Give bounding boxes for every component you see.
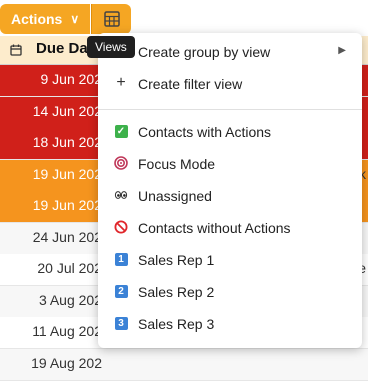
due-date-cell: 19 Jun 202: [32, 165, 102, 182]
due-date-cell: 14 Jun 202: [32, 102, 102, 119]
view-item[interactable]: Focus Mode: [98, 149, 362, 179]
due-date-cell: 24 Jun 202: [32, 228, 102, 245]
icon-glyph: ✓: [114, 124, 128, 138]
check-box-icon: ✓: [114, 124, 128, 138]
create-filter-label: Create filter view: [138, 76, 243, 92]
actions-button[interactable]: Actions ∨: [0, 4, 90, 34]
grid-icon: [104, 11, 120, 27]
due-date-cell: 20 Jul 202: [37, 260, 102, 276]
view-item-label: Unassigned: [138, 188, 212, 204]
view-item-label: Sales Rep 2: [138, 284, 215, 300]
number-two-icon: 2: [114, 284, 128, 298]
view-item-label: Contacts with Actions: [138, 124, 272, 140]
prohibited-icon: [114, 220, 128, 234]
views-button[interactable]: [91, 4, 131, 34]
due-date-cell: 19 Aug 202: [31, 354, 102, 371]
target-icon: [114, 156, 128, 170]
table-row[interactable]: 19 Aug 202: [0, 348, 368, 381]
eyes-icon: [114, 188, 128, 202]
toolbar: Actions ∨: [0, 0, 368, 34]
due-date-cell: 3 Aug 202: [38, 291, 102, 308]
view-item[interactable]: ✓ Contacts with Actions: [98, 117, 362, 147]
view-item[interactable]: 2 Sales Rep 2: [98, 277, 362, 307]
create-group-by-view-item[interactable]: Create group by view ▶: [98, 37, 362, 67]
icon-glyph: 3: [114, 316, 128, 330]
calendar-icon: [10, 44, 22, 59]
view-item[interactable]: Unassigned: [98, 181, 362, 211]
column-header-label: Due Da: [36, 40, 88, 57]
actions-label: Actions: [11, 11, 63, 27]
view-item[interactable]: 1 Sales Rep 1: [98, 245, 362, 275]
chevron-down-icon: ∨: [70, 12, 80, 26]
view-item-label: Focus Mode: [138, 156, 216, 172]
icon-glyph: 1: [114, 252, 128, 266]
create-filter-view-item[interactable]: + Create filter view: [98, 69, 362, 99]
number-three-icon: 3: [114, 316, 128, 330]
views-tooltip: Views: [87, 36, 135, 58]
icon-glyph: 2: [114, 284, 128, 298]
view-item-label: Sales Rep 3: [138, 316, 215, 332]
due-date-cell: 19 Jun 202: [32, 197, 102, 213]
views-menu: Create group by view ▶ + Create filter v…: [98, 33, 362, 348]
due-date-cell: 11 Aug 202: [32, 323, 102, 339]
view-item[interactable]: 3 Sales Rep 3: [98, 309, 362, 339]
number-one-icon: 1: [114, 252, 128, 266]
submenu-arrow-icon: ▶: [338, 45, 346, 56]
view-item[interactable]: Contacts without Actions: [98, 213, 362, 243]
menu-divider: [98, 109, 362, 110]
due-date-cell: 9 Jun 202: [40, 71, 103, 87]
view-item-label: Contacts without Actions: [138, 220, 291, 236]
due-date-cell: 18 Jun 202: [32, 134, 102, 150]
plus-icon: +: [116, 74, 126, 91]
create-group-label: Create group by view: [138, 44, 271, 60]
view-item-label: Sales Rep 1: [138, 252, 215, 268]
